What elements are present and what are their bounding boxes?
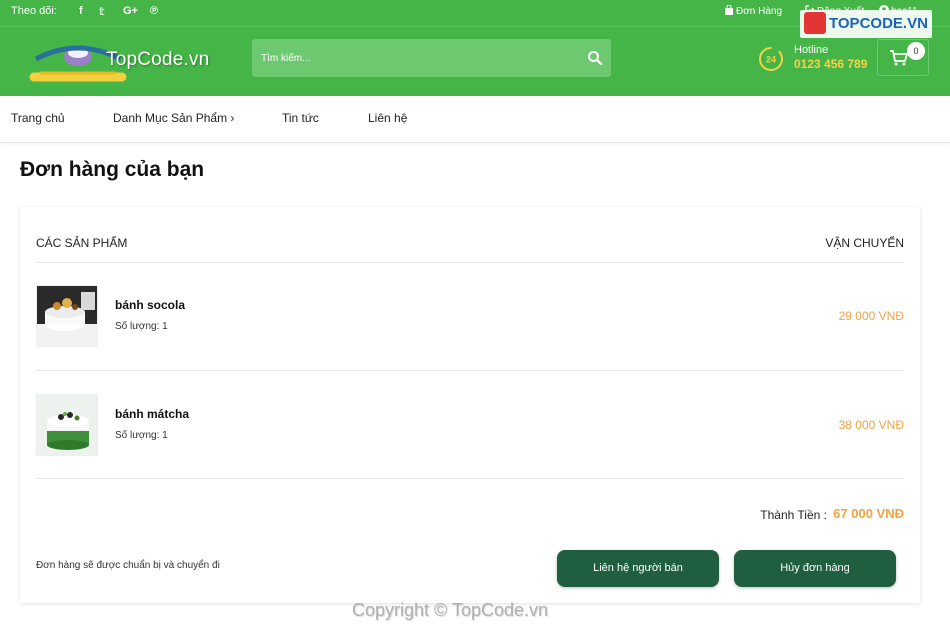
total-label: Thành Tiền : bbox=[760, 508, 827, 522]
twitter-icon[interactable]: 𝕥 bbox=[99, 5, 105, 18]
product-quantity: Số lượng: 1 bbox=[115, 430, 168, 441]
cancel-order-button[interactable]: Hủy đơn hàng bbox=[734, 550, 896, 587]
topcode-logo-icon bbox=[804, 12, 826, 34]
hotline-24h-icon: 24 bbox=[759, 47, 783, 71]
divider bbox=[36, 262, 904, 263]
topcode-watermark-logo: TOPCODE.VN bbox=[800, 10, 932, 38]
products-column-header: CÁC SẢN PHẨM bbox=[36, 236, 128, 250]
main-nav: Trang chủ Danh Mục Sản Phẩm › Tin tức Li… bbox=[0, 96, 950, 143]
orders-link[interactable]: Đơn Hàng bbox=[724, 4, 783, 17]
copyright-watermark: Copyright © TopCode.vn bbox=[352, 600, 549, 620]
orders-label: Đơn Hàng bbox=[736, 6, 783, 17]
bag-icon bbox=[725, 4, 733, 15]
product-name[interactable]: bánh mátcha bbox=[115, 407, 189, 421]
search-input[interactable] bbox=[252, 39, 572, 77]
pinterest-icon[interactable]: ℗ bbox=[150, 5, 158, 17]
cart-icon bbox=[890, 50, 908, 66]
hotline-label: Hotline bbox=[794, 44, 829, 56]
hotline-24-text: 24 bbox=[766, 55, 776, 65]
nav-item-contact[interactable]: Liên hệ bbox=[368, 111, 407, 125]
topcode-brand: TOPCODE.VN bbox=[829, 14, 928, 32]
order-card: CÁC SẢN PHẨM VẬN CHUYỂN bánh socola Số l… bbox=[20, 207, 920, 603]
nav-item-categories[interactable]: Danh Mục Sản Phẩm › bbox=[113, 111, 234, 125]
product-price: 38 000 VNĐ bbox=[838, 418, 904, 432]
product-image-socola[interactable] bbox=[36, 285, 98, 347]
nav-item-news[interactable]: Tin tức bbox=[282, 111, 319, 125]
facebook-icon[interactable]: f bbox=[79, 5, 83, 17]
logo-watermark: TopCode.vn bbox=[106, 49, 210, 70]
order-status-text: Đơn hàng sẽ được chuẩn bị và chuyển đi bbox=[36, 560, 220, 571]
nav-item-home[interactable]: Trang chủ bbox=[11, 111, 65, 125]
product-quantity: Số lượng: 1 bbox=[115, 321, 168, 332]
cart-count-badge: 0 bbox=[907, 42, 925, 60]
page-title: Đơn hàng của bạn bbox=[20, 158, 205, 181]
follow-label: Theo dõi: bbox=[11, 5, 57, 17]
product-price: 29 000 VNĐ bbox=[838, 309, 904, 323]
google-plus-icon[interactable]: G+ bbox=[123, 5, 138, 17]
hotline-number[interactable]: 0123 456 789 bbox=[794, 57, 867, 71]
divider bbox=[36, 478, 904, 479]
shipping-column-header: VẬN CHUYỂN bbox=[825, 236, 904, 250]
divider bbox=[36, 370, 904, 371]
total-value: 67 000 VNĐ bbox=[833, 506, 904, 521]
search-bar bbox=[252, 39, 611, 77]
search-icon[interactable] bbox=[587, 50, 603, 66]
product-name[interactable]: bánh socola bbox=[115, 298, 185, 312]
contact-seller-button[interactable]: Liên hệ người bán bbox=[557, 550, 719, 587]
product-image-matcha[interactable] bbox=[36, 394, 98, 456]
